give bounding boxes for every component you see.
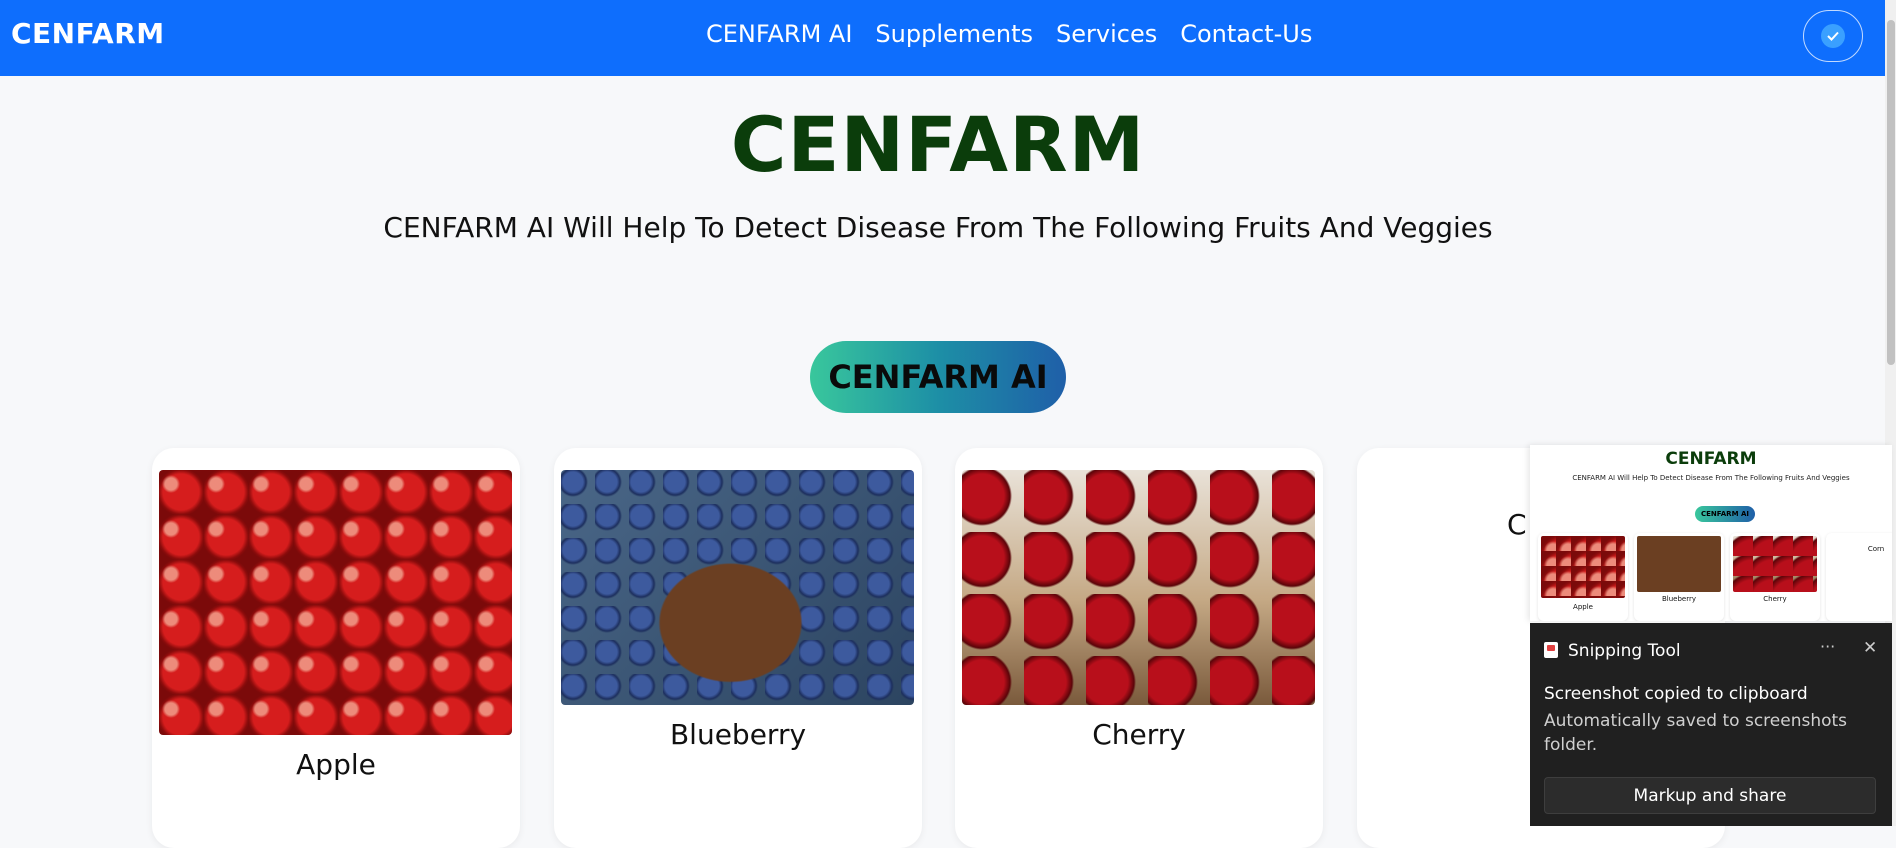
card-label-apple: Apple <box>296 748 376 781</box>
preview-cherry-image <box>1733 536 1817 592</box>
top-navbar: CENFARM CENFARM AI Supplements Services … <box>0 0 1885 76</box>
preview-apple-image <box>1541 536 1625 598</box>
scrollbar-thumb[interactable] <box>1887 20 1895 365</box>
checkmark-toggle-icon <box>1821 24 1845 48</box>
cherry-image <box>962 470 1315 705</box>
crop-card-cherry[interactable]: Cherry <box>955 448 1323 848</box>
blueberry-image <box>561 470 914 705</box>
preview-card-cherry: Cherry <box>1730 533 1820 621</box>
snipping-tool-notification: Snipping Tool ··· ✕ Screenshot copied to… <box>1530 623 1892 826</box>
screenshot-preview-thumbnail[interactable]: CENFARM CENFARM AI Will Help To Detect D… <box>1530 445 1892 621</box>
card-label-blueberry: Blueberry <box>669 718 807 751</box>
nav-link-services[interactable]: Services <box>1056 20 1157 48</box>
more-options-icon[interactable]: ··· <box>1820 637 1835 656</box>
preview-label-blueberry: Blueberry <box>1661 595 1696 603</box>
preview-label-cherry: Cherry <box>1763 595 1787 603</box>
snipping-tool-icon <box>1544 642 1558 658</box>
toast-body: Automatically saved to screenshots folde… <box>1544 711 1848 755</box>
hero-title: CENFARM <box>730 100 1146 189</box>
card-label-cherry: Cherry <box>1092 718 1186 751</box>
brand-logo[interactable]: CENFARM <box>11 17 165 50</box>
preview-card-corn: Corn <box>1826 533 1892 621</box>
close-icon[interactable]: ✕ <box>1863 638 1877 658</box>
preview-card-apple: Apple <box>1538 533 1628 621</box>
markup-and-share-button[interactable]: Markup and share <box>1544 777 1876 814</box>
crop-card-apple[interactable]: Apple <box>152 448 520 848</box>
preview-title: CENFARM <box>1665 449 1757 469</box>
nav-link-supplements[interactable]: Supplements <box>875 20 1033 48</box>
crop-card-blueberry[interactable]: Blueberry <box>554 448 922 848</box>
toast-app-name: Snipping Tool <box>1568 641 1681 661</box>
nav-link-cenfarm-ai[interactable]: CENFARM AI <box>706 20 852 48</box>
nav-link-contact-us[interactable]: Contact-Us <box>1180 20 1312 48</box>
apple-image <box>159 470 512 735</box>
preview-label-apple: Apple <box>1573 603 1593 611</box>
hero-subtitle: CENFARM AI Will Help To Detect Disease F… <box>383 211 1493 244</box>
preview-blueberry-image <box>1637 536 1721 592</box>
preview-label-corn: Corn <box>1867 545 1885 553</box>
preview-cta: CENFARM AI <box>1695 506 1755 522</box>
preview-subtitle: CENFARM AI Will Help To Detect Disease F… <box>1572 474 1850 482</box>
nav-links: CENFARM AI Supplements Services Contact-… <box>706 20 1312 48</box>
theme-toggle-button[interactable] <box>1803 10 1863 62</box>
toast-heading: Screenshot copied to clipboard <box>1544 684 1808 704</box>
cenfarm-ai-button[interactable]: CENFARM AI <box>810 341 1066 413</box>
preview-card-blueberry: Blueberry <box>1634 533 1724 621</box>
